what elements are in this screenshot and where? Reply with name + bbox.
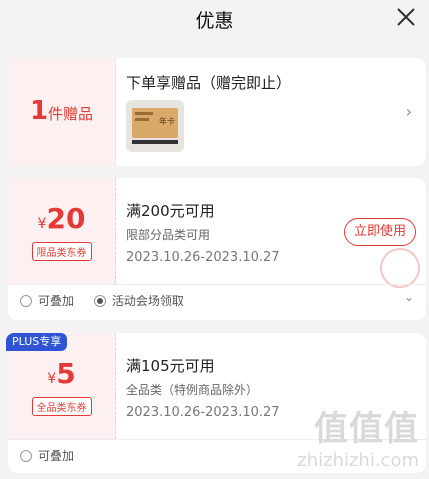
thumb-label: 年卡 [159, 117, 175, 126]
close-icon[interactable] [395, 6, 417, 28]
gift-title: 下单享赠品（赠完即止） [126, 74, 292, 92]
watermark-logo: 值值值 zhizhizhi.com [297, 401, 419, 471]
coupon-type-tag: 全品类东券 [31, 397, 92, 416]
coupon-threshold: 满105元可用 [126, 357, 215, 375]
gift-count-unit: 件赠品 [48, 105, 94, 123]
coupon-amount: ¥5 [8, 357, 115, 390]
coupon-amount-panel: ¥20 限品类东券 [8, 178, 116, 284]
watermark-text: 值值值 [314, 409, 419, 449]
thumb-bar [132, 140, 178, 144]
coupon-scope: 限部分品类可用 [126, 228, 211, 242]
coupon-footer: 可叠加 活动会场领取 [20, 292, 200, 310]
stackable-item: 可叠加 [20, 292, 74, 309]
page-title: 优惠 [195, 10, 234, 32]
stackable-label: 可叠加 [38, 449, 75, 463]
venue-claim-label: 活动会场领取 [111, 294, 184, 308]
gift-count: 1件赠品 [8, 96, 115, 126]
stackable-item: 可叠加 [20, 447, 74, 464]
venue-claim-item: 活动会场领取 [93, 292, 184, 309]
gift-count-number: 1 [29, 96, 49, 126]
coupon-date-range: 2023.10.26-2023.10.27 [126, 250, 280, 265]
gift-count-panel: 1件赠品 [8, 58, 116, 166]
coupon-amount: ¥20 [8, 202, 115, 235]
coupon-scope: 全品类（特例商品除外） [126, 383, 259, 397]
chevron-right-icon[interactable]: › [406, 102, 412, 121]
divider [8, 284, 426, 285]
plus-exclusive-badge: PLUS专享 [6, 333, 68, 351]
stackable-icon [20, 449, 32, 462]
coupon-threshold: 满200元可用 [126, 202, 215, 220]
stackable-icon [20, 294, 32, 307]
coupon-value: 5 [56, 357, 76, 390]
thumb-line [135, 118, 149, 121]
currency-symbol: ¥ [47, 371, 57, 387]
thumb-line [135, 112, 153, 115]
coupon-type-tag: 限品类东券 [31, 242, 92, 261]
coupon-footer: 可叠加 [20, 447, 90, 465]
header: 优惠 [0, 0, 429, 40]
watermark-domain: zhizhizhi.com [297, 450, 419, 471]
use-now-button[interactable]: 立即使用 [344, 218, 416, 246]
stackable-label: 可叠加 [38, 294, 75, 308]
coupon-value: 20 [46, 202, 86, 235]
received-stamp-icon [374, 242, 426, 294]
gift-card[interactable]: 1件赠品 下单享赠品（赠完即止） 年卡 › [8, 58, 426, 166]
gift-card-image: 年卡 [132, 108, 178, 138]
coupon-card: ¥20 限品类东券 满200元可用 限部分品类可用 2023.10.26-202… [8, 178, 426, 320]
venue-icon [93, 294, 106, 307]
gift-thumbnail[interactable]: 年卡 [126, 100, 184, 152]
coupon-date-range: 2023.10.26-2023.10.27 [126, 405, 280, 420]
chevron-down-icon[interactable]: ⌄ [404, 290, 414, 304]
